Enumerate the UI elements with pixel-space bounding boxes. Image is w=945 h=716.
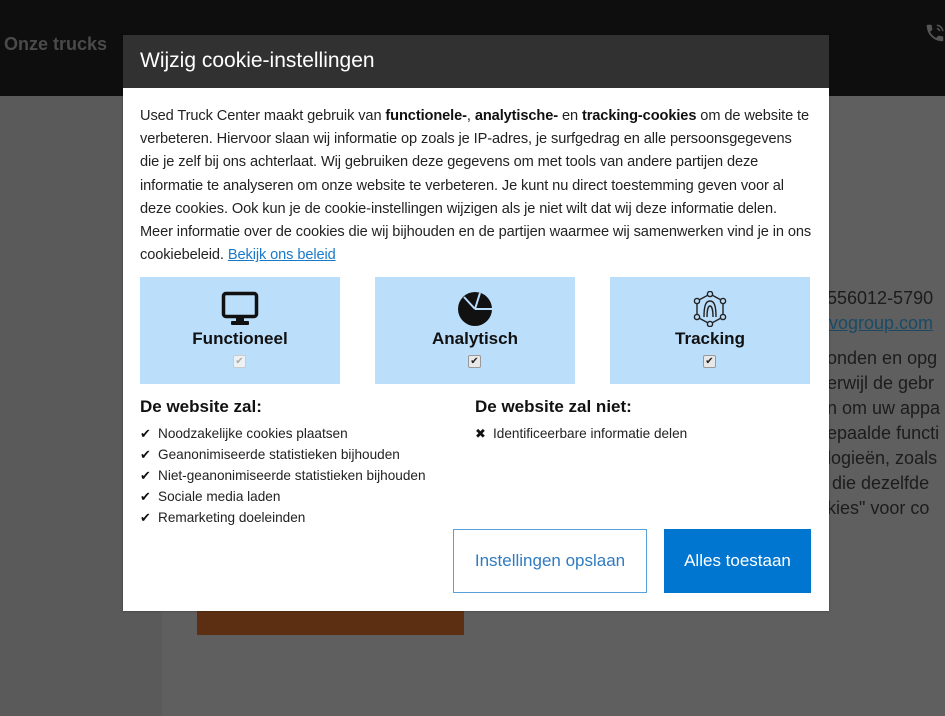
- list-item: ✔ Geanonimiseerde statistieken bijhouden: [140, 444, 426, 465]
- accept-all-button[interactable]: Alles toestaan: [664, 529, 811, 593]
- check-icon: ✔: [140, 468, 151, 483]
- paragraph-line: epaalde functi: [827, 423, 940, 443]
- cookie-settings-modal: Wijzig cookie-instellingen Used Truck Ce…: [123, 35, 829, 611]
- network-icon: [691, 290, 729, 328]
- paragraph-line: onden en opg: [827, 348, 938, 368]
- phone-number: 556012-5790: [827, 288, 934, 308]
- will-list: De website zal: ✔ Noodzakelijke cookies p…: [140, 397, 426, 528]
- list-item: ✔ Niet-geanonimiseerde statistieken bijho…: [140, 465, 426, 486]
- intro-bold-tracking: tracking-cookies: [581, 108, 697, 124]
- intro-text: Used Truck Center maakt gebruik van func…: [140, 105, 812, 267]
- list-item-text: Geanonimiseerde statistieken bijhouden: [158, 447, 400, 462]
- intro-part: en: [558, 108, 582, 124]
- background-content: 556012-5790 vogroup.com onden en opg erw…: [827, 286, 945, 521]
- category-label: Tracking: [675, 329, 745, 348]
- monitor-icon: [221, 291, 259, 327]
- cookie-categories: Functioneel ✔ Analytisch ✔ Tracking ✔: [140, 277, 810, 384]
- check-icon: ✔: [140, 510, 151, 525]
- will-not-list-title: De website zal niet:: [475, 397, 632, 416]
- analytisch-checkbox[interactable]: ✔: [468, 355, 481, 368]
- modal-header: Wijzig cookie-instellingen: [123, 35, 829, 88]
- list-item-text: Remarketing doeleinden: [158, 510, 306, 525]
- list-item-text: Niet-geanonimiseerde statistieken bijhou…: [158, 468, 426, 483]
- paragraph-line: n om uw appa: [827, 398, 941, 418]
- intro-bold-functional: functionele-: [385, 108, 467, 124]
- modal-body: Used Truck Center maakt gebruik van func…: [123, 88, 829, 267]
- category-card-tracking[interactable]: Tracking ✔: [610, 277, 810, 384]
- save-settings-button[interactable]: Instellingen opslaan: [453, 529, 647, 593]
- will-list-title: De website zal:: [140, 397, 262, 416]
- list-item: ✔ Sociale media laden: [140, 486, 426, 507]
- category-card-functioneel[interactable]: Functioneel ✔: [140, 277, 340, 384]
- paragraph-line: logieën, zoals: [827, 448, 938, 468]
- list-item-text: Noodzakelijke cookies plaatsen: [158, 426, 348, 441]
- category-label: Functioneel: [192, 329, 288, 348]
- check-icon: ✔: [140, 447, 151, 462]
- policy-link[interactable]: Bekijk ons beleid: [228, 247, 336, 263]
- intro-part: ,: [466, 108, 475, 124]
- list-item: ✖ Identificeerbare informatie delen: [475, 423, 687, 444]
- paragraph-line: die dezelfde: [827, 473, 930, 493]
- category-card-analytisch[interactable]: Analytisch ✔: [375, 277, 575, 384]
- intro-bold-analytical: analytische-: [474, 108, 558, 124]
- list-item: ✔ Remarketing doeleinden: [140, 507, 426, 528]
- list-item-text: Sociale media laden: [158, 489, 281, 504]
- intro-part: om de website te verbeteren. Hiervoor sl…: [140, 108, 812, 264]
- check-icon: ✔: [140, 489, 151, 504]
- pie-chart-icon: [456, 291, 494, 327]
- cross-icon: ✖: [475, 426, 486, 441]
- paragraph-line: erwijl de gebr: [827, 373, 935, 393]
- paragraph-line: kies" voor co: [827, 498, 930, 518]
- check-icon: ✔: [140, 426, 151, 441]
- category-label: Analytisch: [432, 329, 518, 348]
- functioneel-checkbox: ✔: [233, 355, 246, 368]
- email-link[interactable]: vogroup.com: [829, 311, 945, 336]
- tracking-checkbox[interactable]: ✔: [703, 355, 716, 368]
- nav-link-onze-trucks[interactable]: Onze trucks: [4, 34, 107, 55]
- intro-part: Used Truck Center maakt gebruik van: [140, 108, 386, 124]
- phone-icon[interactable]: [924, 22, 945, 44]
- will-not-list: De website zal niet: ✖ Identificeerbare i…: [475, 397, 687, 444]
- list-item-text: Identificeerbare informatie delen: [493, 426, 688, 441]
- modal-title: Wijzig cookie-instellingen: [140, 49, 375, 72]
- list-item: ✔ Noodzakelijke cookies plaatsen: [140, 423, 426, 444]
